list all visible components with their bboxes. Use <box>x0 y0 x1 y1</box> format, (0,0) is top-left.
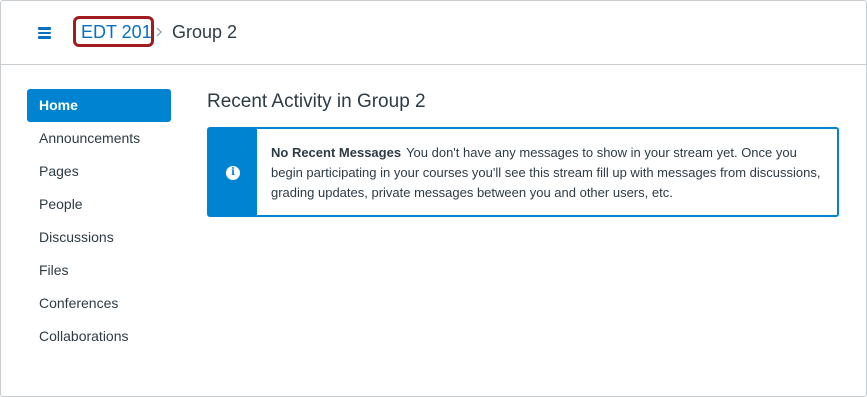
breadcrumb-course-link[interactable]: EDT 201 <box>81 22 152 43</box>
nav-item-home[interactable]: Home <box>27 89 171 122</box>
nav-item-conferences[interactable]: Conferences <box>27 287 171 320</box>
alert-message: No Recent Messages You don't have any mes… <box>271 143 831 203</box>
info-alert: i No Recent Messages You don't have any m… <box>207 127 839 217</box>
nav-item-people[interactable]: People <box>27 188 171 221</box>
nav-item-discussions[interactable]: Discussions <box>27 221 171 254</box>
course-navigation: Home Announcements Pages People Discussi… <box>27 89 171 353</box>
nav-item-pages[interactable]: Pages <box>27 155 171 188</box>
chevron-right-icon <box>156 27 162 37</box>
alert-icon-bar: i <box>209 129 257 215</box>
page-header: EDT 201 Group 2 <box>1 1 866 65</box>
page-title: Recent Activity in Group 2 <box>207 91 426 112</box>
nav-item-collaborations[interactable]: Collaborations <box>27 320 171 353</box>
nav-item-announcements[interactable]: Announcements <box>27 122 171 155</box>
nav-item-files[interactable]: Files <box>27 254 171 287</box>
info-icon: i <box>226 166 240 180</box>
breadcrumb-current: Group 2 <box>172 22 238 42</box>
hamburger-icon[interactable] <box>38 27 51 39</box>
alert-heading: No Recent Messages <box>271 145 402 160</box>
app-window: EDT 201 Group 2 Home Announcements Pages… <box>0 0 867 397</box>
